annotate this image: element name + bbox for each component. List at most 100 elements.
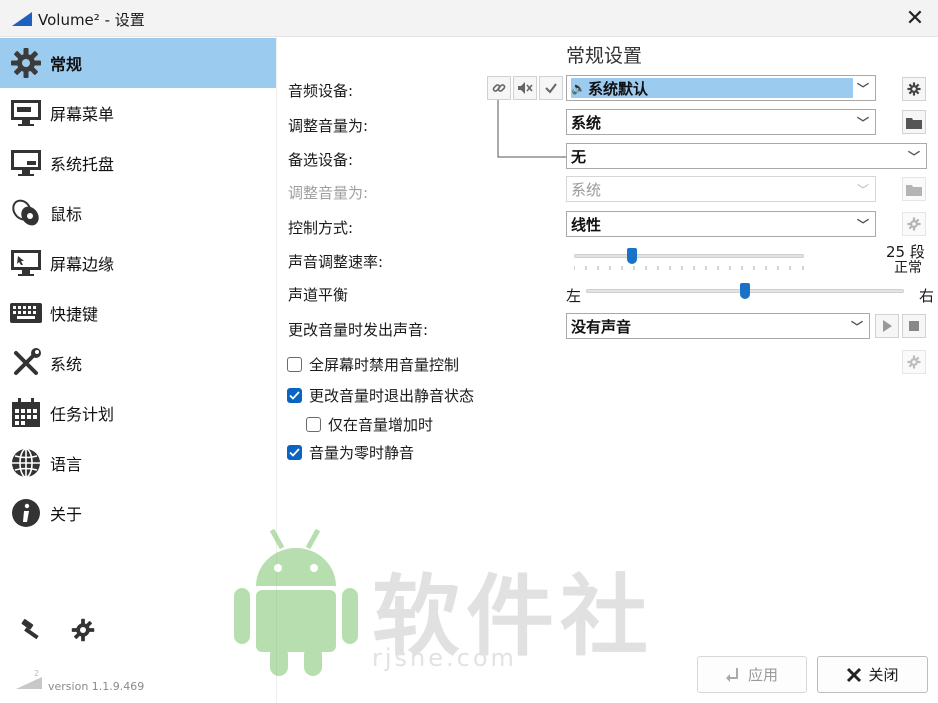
rate-description: 正常 — [894, 260, 922, 276]
sidebar-item-screen-menu[interactable]: 屏幕菜单 — [0, 88, 276, 138]
version-label: version 1.1.9.469 — [48, 680, 145, 693]
sidebar-item-general[interactable]: 常规 — [0, 38, 276, 88]
chevron-down-icon: ﹀ — [856, 82, 869, 96]
slider-thumb[interactable] — [740, 283, 750, 299]
link-connector-line — [497, 100, 568, 158]
globe-icon — [8, 445, 44, 481]
monitor-menu-icon — [8, 95, 44, 131]
mute-at-zero-checkbox[interactable]: 音量为零时静音 — [287, 442, 414, 463]
slider-ticks — [574, 266, 804, 270]
fullscreen-gear-icon[interactable] — [902, 350, 926, 374]
audio-device-select[interactable]: 🔈 系统默认 ﹀ — [566, 75, 876, 101]
wrench-screwdriver-icon — [8, 345, 44, 381]
close-label: 关闭 — [868, 666, 899, 684]
adjust-volume-backup-select[interactable]: 系统 ﹀ — [566, 176, 876, 202]
link-icon[interactable] — [487, 76, 511, 100]
sidebar-item-label: 语言 — [50, 455, 83, 474]
checkbox-label: 更改音量时退出静音状态 — [309, 387, 475, 405]
only-on-increase-checkbox[interactable]: 仅在音量增加时 — [306, 414, 433, 435]
balance-left-label: 左 — [566, 287, 582, 305]
disable-fullscreen-checkbox[interactable]: 全屏幕时禁用音量控制 — [287, 354, 459, 375]
balance-right-label: 右 — [919, 287, 935, 305]
sidebar-item-label: 任务计划 — [50, 405, 115, 424]
control-mode-gear-icon[interactable] — [902, 212, 926, 236]
sidebar-item-language[interactable]: 语言 — [0, 438, 276, 488]
checkbox-label: 全屏幕时禁用音量控制 — [309, 356, 460, 374]
sound-on-change-label: 更改音量时发出声音: — [288, 321, 429, 339]
monitor-tray-icon — [8, 145, 44, 181]
adjust-volume-label: 调整音量为: — [288, 117, 369, 135]
backup-device-select[interactable]: 无 ﹀ — [566, 143, 927, 169]
svg-text:2: 2 — [34, 669, 39, 678]
sidebar-item-label: 鼠标 — [50, 205, 83, 224]
sidebar-item-about[interactable]: 关于 — [0, 488, 276, 538]
sidebar-item-label: 屏幕菜单 — [50, 105, 115, 124]
folder-icon[interactable] — [902, 110, 926, 134]
keyboard-icon — [8, 295, 44, 331]
apply-label: 应用 — [747, 666, 778, 684]
volume-app-icon — [12, 12, 32, 26]
stop-icon[interactable] — [902, 314, 926, 338]
mouse-icon — [8, 195, 44, 231]
checkbox-label: 音量为零时静音 — [309, 444, 415, 462]
sidebar-item-hotkeys[interactable]: 快捷键 — [0, 288, 276, 338]
unmute-on-change-checkbox[interactable]: 更改音量时退出静音状态 — [287, 385, 474, 406]
sidebar: 常规 屏幕菜单 系统托盘 鼠标 屏幕边缘 快捷键 系统 任务计划 语言 关于 2… — [0, 37, 277, 703]
slider-thumb[interactable] — [627, 248, 637, 264]
window-title: Volume² - 设置 — [38, 11, 145, 29]
sound-on-change-select[interactable]: 没有声音 ﹀ — [566, 313, 870, 339]
sidebar-item-screen-edge[interactable]: 屏幕边缘 — [0, 238, 276, 288]
channel-balance-slider[interactable] — [586, 283, 904, 299]
sidebar-item-schedule[interactable]: 任务计划 — [0, 388, 276, 438]
checkbox-box[interactable] — [287, 388, 302, 403]
adjust-rate-slider[interactable] — [574, 248, 804, 264]
audio-device-value: 系统默认 — [587, 79, 648, 98]
adjust-volume-value: 系统 — [571, 113, 602, 132]
sidebar-item-mouse[interactable]: 鼠标 — [0, 188, 276, 238]
backup-device-value: 无 — [571, 147, 587, 166]
sidebar-tools — [18, 617, 96, 643]
volume-logo-icon: 2 — [16, 669, 42, 689]
close-button[interactable]: 关闭 — [817, 656, 928, 693]
adjust-rate-label: 声音调整速率: — [288, 253, 384, 271]
settings-gear-icon[interactable] — [70, 617, 96, 643]
page-title: 常规设置 — [566, 45, 643, 67]
speaker-icon: 🔈 — [571, 81, 586, 95]
chevron-down-icon: ﹀ — [856, 183, 869, 197]
checkbox-box[interactable] — [306, 417, 321, 432]
channel-balance-label: 声道平衡 — [288, 286, 349, 304]
apply-button[interactable]: 应用 — [697, 656, 807, 693]
apply-icon — [725, 667, 742, 683]
sidebar-item-label: 系统 — [50, 355, 83, 374]
control-mode-label: 控制方式: — [288, 219, 354, 237]
adjust-volume-select[interactable]: 系统 ﹀ — [566, 109, 876, 135]
chevron-down-icon: ﹀ — [856, 116, 869, 130]
settings-panel: 常规设置 音频设备: 🔈 系统默认 ﹀ 调整音量为: 系统 ﹀ 备选设备: 无 … — [278, 37, 938, 703]
backup-device-label: 备选设备: — [288, 151, 354, 169]
sidebar-item-label: 快捷键 — [50, 305, 99, 324]
device-settings-gear-icon[interactable] — [902, 77, 926, 101]
monitor-edge-icon — [8, 245, 44, 281]
mute-speaker-icon[interactable] — [513, 76, 537, 100]
close-window-button[interactable]: ✕ — [892, 0, 938, 37]
sidebar-item-label: 关于 — [50, 505, 83, 524]
play-icon[interactable] — [875, 314, 899, 338]
sidebar-item-system[interactable]: 系统 — [0, 338, 276, 388]
folder-icon[interactable] — [902, 177, 926, 201]
adjust-volume-backup-value: 系统 — [571, 180, 602, 199]
sidebar-item-system-tray[interactable]: 系统托盘 — [0, 138, 276, 188]
audio-device-label: 音频设备: — [288, 82, 354, 100]
checkbox-box[interactable] — [287, 445, 302, 460]
chevron-down-icon: ﹀ — [850, 320, 863, 334]
sidebar-item-label: 屏幕边缘 — [50, 255, 115, 274]
adjust-volume-backup-label: 调整音量为: — [288, 184, 369, 202]
sidebar-item-label: 系统托盘 — [50, 155, 115, 174]
control-mode-value: 线性 — [571, 215, 602, 234]
chevron-down-icon: ﹀ — [856, 218, 869, 232]
chevron-down-icon: ﹀ — [907, 150, 920, 164]
checkbox-box[interactable] — [287, 357, 302, 372]
control-mode-select[interactable]: 线性 ﹀ — [566, 211, 876, 237]
sound-on-change-value: 没有声音 — [571, 317, 632, 336]
hammer-icon[interactable] — [18, 617, 44, 643]
checkmark-icon[interactable] — [539, 76, 563, 100]
